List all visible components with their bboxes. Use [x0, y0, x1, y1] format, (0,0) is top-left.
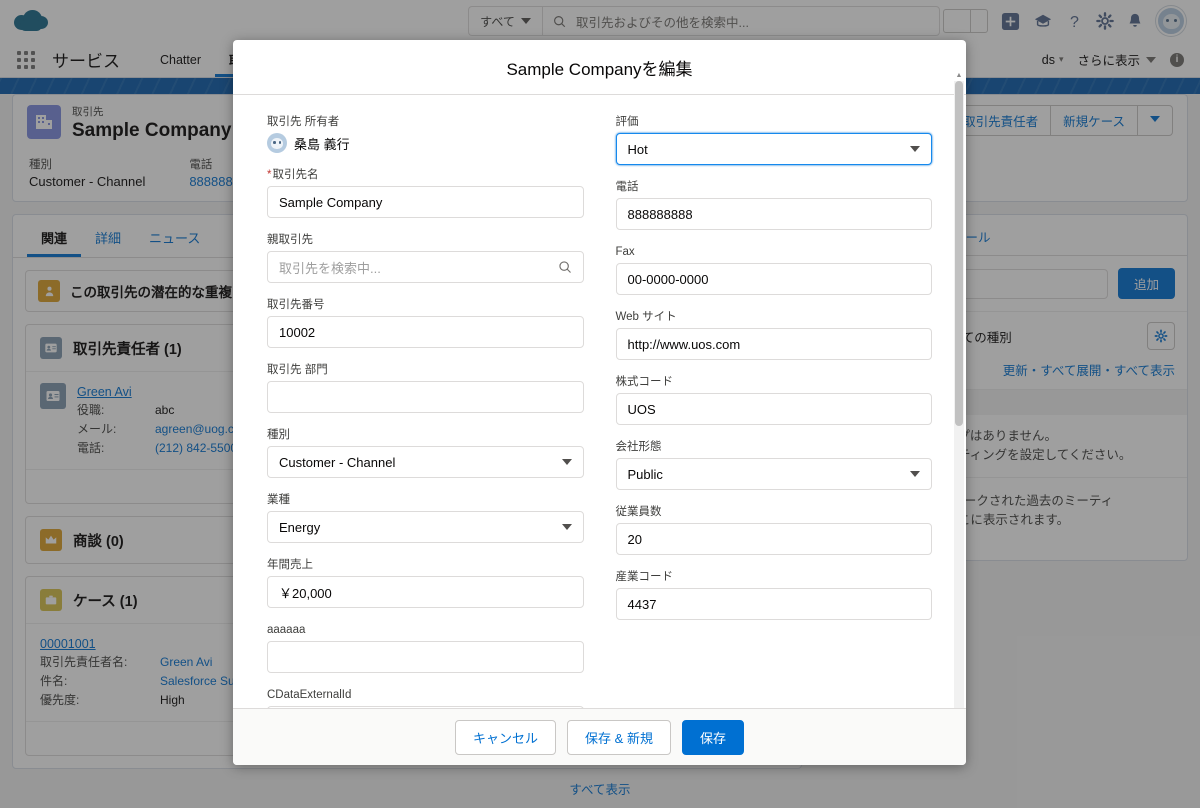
employees-input[interactable]: 20 — [615, 523, 932, 555]
ownership-select[interactable]: Public — [615, 458, 932, 490]
modal-footer: キャンセル 保存 & 新規 保存 — [233, 708, 966, 765]
save-and-new-button[interactable]: 保存 & 新規 — [567, 719, 671, 755]
parent-account-placeholder: 取引先を検索中... — [279, 260, 381, 276]
field-employees: 従業員数 20 — [615, 503, 932, 555]
field-annual-revenue-label: 年間売上 — [267, 559, 313, 571]
field-aaaaaa-label: aaaaaa — [267, 624, 306, 636]
annual-revenue-input[interactable]: ￥20,000 — [267, 576, 584, 608]
type-select[interactable]: Customer - Channel — [267, 446, 584, 478]
field-phone: 電話 888888888 — [615, 178, 932, 230]
field-type: 種別 Customer - Channel — [267, 426, 584, 478]
chevron-down-icon — [561, 459, 572, 465]
chevron-down-icon — [561, 524, 572, 530]
field-cdata-external-id: CDataExternalId — [267, 686, 584, 708]
parent-account-lookup-input[interactable]: 取引先を検索中... — [267, 251, 584, 283]
rating-select-value: Hot — [627, 141, 648, 157]
edit-account-modal: Sample Companyを編集 取引先 所有者 桑島 義行 *取引先名 Sa… — [233, 40, 966, 765]
field-account-site: 取引先 部門 — [267, 361, 584, 413]
field-owner: 取引先 所有者 桑島 義行 — [267, 113, 584, 153]
scroll-up-arrow-icon[interactable]: ▲ — [955, 72, 963, 79]
website-input[interactable]: http://www.uos.com — [615, 328, 932, 360]
field-ownership: 会社形態 Public — [615, 438, 932, 490]
cancel-button[interactable]: キャンセル — [455, 719, 557, 755]
phone-input[interactable]: 888888888 — [615, 198, 932, 230]
modal-scrollbar-thumb[interactable] — [955, 81, 963, 426]
modal-header: Sample Companyを編集 — [233, 40, 966, 95]
field-annual-revenue: 年間売上 ￥20,000 — [267, 556, 584, 608]
type-select-value: Customer - Channel — [279, 454, 396, 470]
industry-select-value: Energy — [279, 519, 321, 535]
field-type-label: 種別 — [267, 429, 290, 441]
modal-body: 取引先 所有者 桑島 義行 *取引先名 Sample Company 親取引先 — [233, 95, 966, 708]
cdata-external-id-input[interactable] — [267, 706, 584, 708]
account-site-input[interactable] — [267, 381, 584, 413]
field-phone-label: 電話 — [615, 181, 639, 193]
form-column-left: 取引先 所有者 桑島 義行 *取引先名 Sample Company 親取引先 — [267, 113, 584, 708]
field-rating: 評価 Hot — [615, 113, 932, 165]
form-column-right: 評価 Hot 電話 888888888 Fax 00-0000-0000 Web… — [615, 113, 932, 708]
industry-select[interactable]: Energy — [267, 511, 584, 543]
field-account-name: *取引先名 Sample Company — [267, 166, 584, 218]
field-fax: Fax 00-0000-0000 — [615, 243, 932, 295]
modal-title: Sample Companyを編集 — [506, 59, 693, 79]
field-ownership-label: 会社形態 — [615, 441, 662, 453]
sic-code-input[interactable]: 4437 — [615, 588, 932, 620]
field-account-number-label: 取引先番号 — [267, 299, 325, 311]
save-button[interactable]: 保存 — [681, 719, 744, 755]
field-account-name-label: *取引先名 — [267, 169, 319, 181]
rating-select[interactable]: Hot — [615, 133, 932, 165]
aaaaaa-input[interactable] — [267, 641, 584, 673]
account-name-input[interactable]: Sample Company — [267, 186, 584, 218]
search-icon — [558, 261, 571, 273]
field-employees-label: 従業員数 — [615, 506, 662, 518]
field-parent-account: 親取引先 取引先を検索中... — [267, 231, 584, 283]
field-aaaaaa: aaaaaa — [267, 621, 584, 673]
field-owner-value[interactable]: 桑島 義行 — [267, 133, 584, 153]
owner-name: 桑島 義行 — [294, 136, 350, 152]
ownership-select-value: Public — [627, 466, 663, 482]
field-ticker-symbol-label: 株式コード — [615, 376, 674, 388]
field-ticker-symbol: 株式コード UOS — [615, 373, 932, 425]
field-industry: 業種 Energy — [267, 491, 584, 543]
field-rating-label: 評価 — [615, 116, 639, 128]
field-cdata-external-id-label: CDataExternalId — [267, 689, 352, 701]
field-sic-code-label: 産業コード — [615, 571, 674, 583]
chevron-down-icon — [910, 471, 920, 477]
owner-avatar — [267, 133, 287, 153]
modal-scrollbar[interactable]: ▲ — [954, 72, 964, 708]
app-root: すべて 取引先およびその他を検索中... ? サービス Chatter ds ▾… — [0, 0, 1200, 808]
field-website-label: Web サイト — [615, 311, 677, 323]
account-number-input[interactable]: 10002 — [267, 316, 584, 348]
ticker-symbol-input[interactable]: UOS — [615, 393, 932, 425]
field-website: Web サイト http://www.uos.com — [615, 308, 932, 360]
field-sic-code: 産業コード 4437 — [615, 568, 932, 620]
fax-input[interactable]: 00-0000-0000 — [615, 263, 932, 295]
field-industry-label: 業種 — [267, 494, 290, 506]
field-fax-label: Fax — [615, 246, 635, 258]
field-account-site-label: 取引先 部門 — [267, 364, 328, 376]
field-parent-account-label: 親取引先 — [267, 234, 313, 246]
field-account-number: 取引先番号 10002 — [267, 296, 584, 348]
field-owner-label: 取引先 所有者 — [267, 116, 340, 128]
chevron-down-icon — [910, 146, 920, 152]
